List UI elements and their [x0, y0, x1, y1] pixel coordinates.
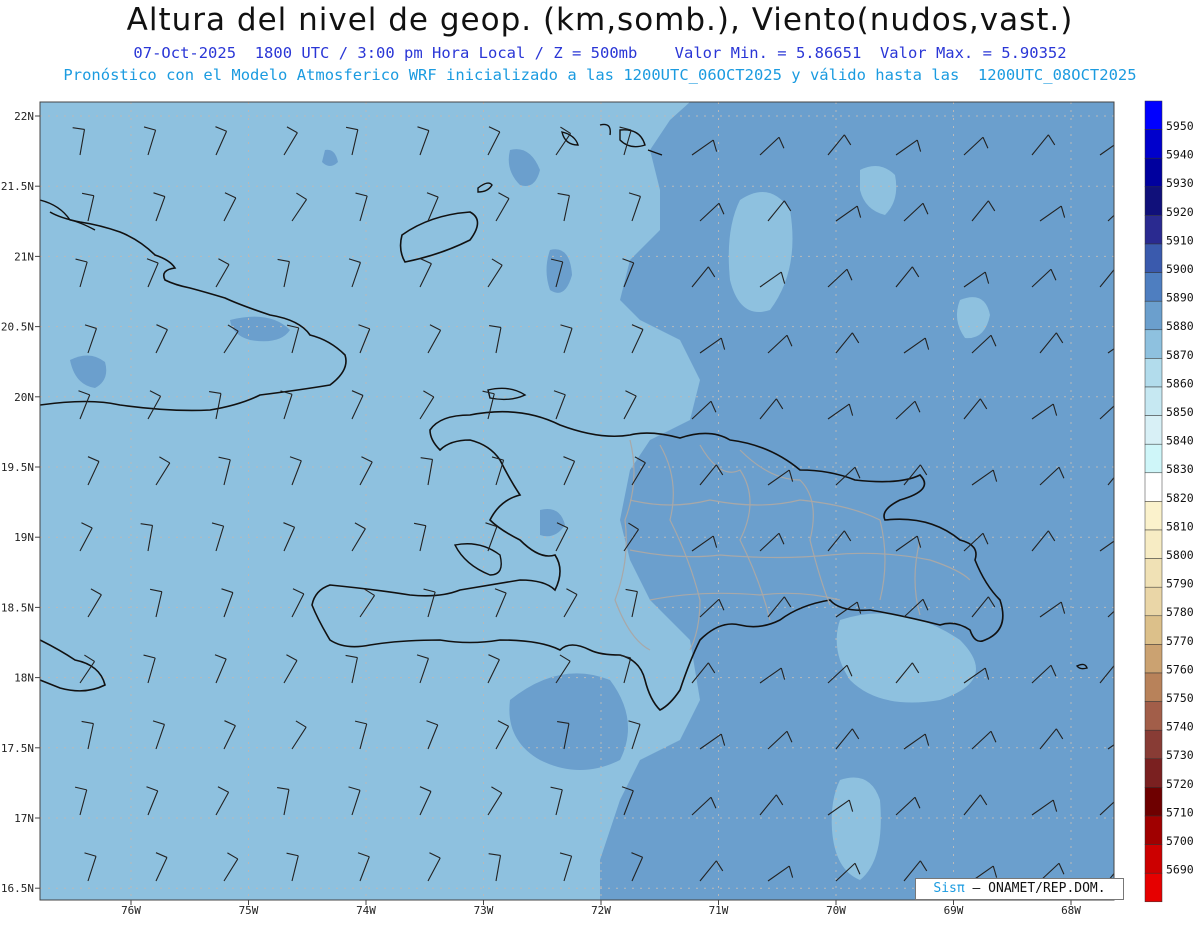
latitude-tick-label: 20.5N	[1, 321, 34, 334]
wind-barb-feather	[1124, 861, 1130, 871]
map-plot-area	[40, 102, 1132, 900]
colorbar-label: 5820	[1166, 491, 1194, 505]
colorbar-swatch	[1144, 586, 1163, 617]
wind-barb-feather	[1116, 663, 1122, 673]
colorbar-swatch	[1144, 157, 1163, 188]
colorbar-label: 5760	[1166, 662, 1194, 676]
colorbar-label: 5880	[1166, 319, 1194, 333]
colorbar-label: 5850	[1166, 405, 1194, 419]
latitude-tick-label: 18N	[14, 672, 34, 685]
colorbar-swatch	[1144, 844, 1163, 874]
colorbar-swatch	[1144, 358, 1163, 388]
wind-barb-feather	[1127, 599, 1132, 610]
colorbar-label: 5800	[1166, 548, 1194, 562]
colorbar-label: 5860	[1166, 376, 1194, 390]
colorbar-swatch	[1144, 186, 1163, 216]
forecast-map: 22N 21.5N 21N 20.5N 20N 19.5N 19N 18.5N 18N 17.5N…	[1, 100, 1194, 917]
latitude-tick-label: 20N	[14, 391, 34, 404]
colorbar-swatch	[1144, 615, 1163, 645]
colorbar-label: 5750	[1166, 691, 1194, 705]
colorbar-label: 5720	[1166, 777, 1194, 791]
colorbar-swatch	[1144, 501, 1163, 531]
sispi-logo-text: Sisπ	[933, 881, 965, 896]
colorbar-swatch	[1144, 415, 1163, 445]
latitude-tick-label: 22N	[14, 110, 34, 123]
longitude-tick-label: 73W	[474, 904, 494, 917]
wind-barb-feather	[1129, 338, 1132, 350]
colorbar-swatch	[1144, 701, 1163, 731]
colorbar-label: 5920	[1166, 205, 1194, 219]
wind-barb-feather	[1119, 401, 1124, 412]
latitude-tick-label: 19N	[14, 531, 34, 544]
colorbar-legend: 5950 5940 5930 5920 5910 5900 5890 5880 5870 5860…	[1144, 100, 1194, 903]
latitude-axis: 22N 21.5N 21N 20.5N 20N 19.5N 19N 18.5N 18N 17.5N…	[1, 110, 40, 895]
colorbar-label: 5910	[1166, 233, 1194, 247]
colorbar-swatch	[1144, 672, 1163, 702]
colorbar-label: 5950	[1166, 119, 1194, 133]
longitude-tick-label: 68W	[1061, 904, 1081, 917]
latitude-tick-label: 21.5N	[1, 180, 34, 193]
wind-barb-feather	[1124, 465, 1130, 475]
wind-barb-feather	[1119, 797, 1124, 808]
colorbar-swatch	[1144, 644, 1163, 674]
colorbar-swatch	[1144, 386, 1163, 416]
colorbar-label: 5710	[1166, 805, 1194, 819]
colorbar-label: 5700	[1166, 834, 1194, 848]
colorbar-swatch	[1144, 472, 1163, 502]
colorbar-label: 5900	[1166, 262, 1194, 276]
colorbar-label: 5780	[1166, 605, 1194, 619]
colorbar-label: 5930	[1166, 176, 1194, 190]
latitude-tick-label: 18.5N	[1, 601, 34, 614]
colorbar-swatch	[1144, 729, 1163, 760]
latitude-tick-label: 17.5N	[1, 742, 34, 755]
colorbar-swatch	[1144, 758, 1163, 788]
colorbar-swatch	[1144, 272, 1163, 302]
colorbar-swatch	[1144, 329, 1163, 359]
colorbar-label: 5890	[1166, 291, 1194, 305]
longitude-tick-label: 69W	[944, 904, 964, 917]
credit-box: Sisπ – ONAMET/REP.DOM.	[915, 878, 1124, 900]
longitude-tick-label: 71W	[709, 904, 729, 917]
longitude-tick-label: 76W	[121, 904, 141, 917]
longitude-tick-label: 74W	[356, 904, 376, 917]
wind-barb-feather	[1127, 203, 1132, 214]
longitude-axis: 76W 75W 74W 73W 72W 71W 70W 69W 68W	[121, 900, 1081, 917]
colorbar-swatch	[1144, 529, 1163, 559]
colorbar-label: 5770	[1166, 634, 1194, 648]
colorbar-label: 5810	[1166, 519, 1194, 533]
latitude-tick-label: 16.5N	[1, 882, 34, 895]
latitude-tick-label: 19.5N	[1, 461, 34, 474]
latitude-tick-label: 17N	[14, 812, 34, 825]
wind-barb-feather	[1121, 536, 1124, 548]
colorbar-swatch	[1144, 215, 1163, 245]
colorbar-swatch	[1144, 443, 1163, 474]
colorbar-label: 5830	[1166, 462, 1194, 476]
colorbar-label: 5740	[1166, 720, 1194, 734]
colorbar-swatch	[1144, 872, 1163, 903]
colorbar-swatch	[1144, 815, 1163, 845]
colorbar-swatch	[1144, 558, 1163, 588]
colorbar-label: 5840	[1166, 434, 1194, 448]
colorbar-swatch	[1144, 129, 1163, 159]
wind-barb-feather	[1116, 267, 1122, 277]
colorbar-label: 5690	[1166, 863, 1194, 877]
colorbar-label: 5940	[1166, 148, 1194, 162]
colorbar-label: 5730	[1166, 748, 1194, 762]
colorbar-swatch	[1144, 100, 1163, 130]
wind-barb-feather	[1121, 140, 1124, 152]
colorbar-label: 5870	[1166, 348, 1194, 362]
colorbar-swatch	[1144, 243, 1163, 273]
colorbar-swatch	[1144, 787, 1163, 817]
wind-barb-feather	[1129, 734, 1132, 746]
onamet-credit-text: – ONAMET/REP.DOM.	[972, 881, 1106, 896]
longitude-tick-label: 70W	[826, 904, 846, 917]
longitude-tick-label: 72W	[591, 904, 611, 917]
colorbar-swatch	[1144, 300, 1163, 331]
colorbar-label: 5790	[1166, 577, 1194, 591]
latitude-tick-label: 21N	[14, 250, 34, 263]
longitude-tick-label: 75W	[239, 904, 259, 917]
